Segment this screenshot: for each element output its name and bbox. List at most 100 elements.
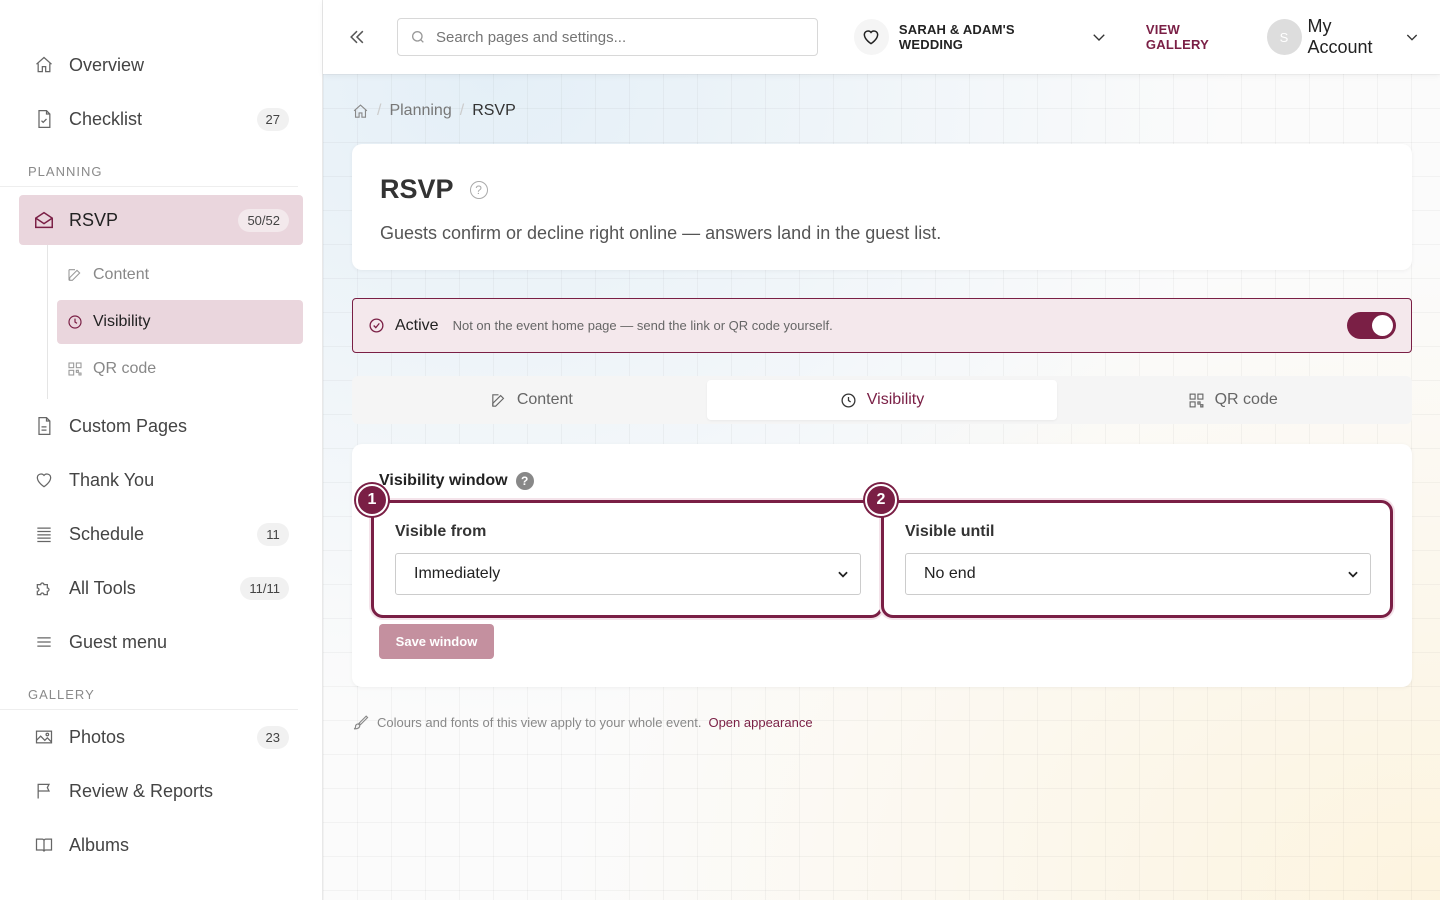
breadcrumb: / Planning / RSVP	[352, 102, 516, 120]
heart-icon	[33, 469, 55, 491]
page-title: RSVP ?	[380, 174, 1384, 205]
appearance-note: Colours and fonts of this view apply to …	[352, 714, 813, 731]
view-gallery-link[interactable]: VIEW GALLERY	[1146, 22, 1245, 52]
edit-icon	[490, 392, 507, 409]
breadcrumb-planning[interactable]: Planning	[389, 102, 451, 120]
subnav-item-label: Visibility	[93, 313, 151, 330]
page-header-card: RSVP ? Guests confirm or decline right o…	[352, 144, 1412, 270]
clock-icon	[67, 314, 85, 330]
top-bar: SARAH & ADAM'S WEDDING VIEW GALLERY S My…	[323, 0, 1440, 74]
breadcrumb-separator: /	[377, 102, 382, 119]
visible-from-select[interactable]: Immediately	[395, 553, 861, 595]
clock-icon	[840, 392, 857, 409]
account-label: My Account	[1307, 16, 1373, 57]
sidebar-item-checklist[interactable]: Checklist 27	[0, 92, 322, 146]
count-badge: 27	[256, 107, 289, 131]
page-description: Guests confirm or decline right online —…	[380, 223, 942, 243]
book-icon	[33, 834, 55, 856]
qr-code-icon	[67, 361, 85, 377]
sidebar-item-label: Albums	[69, 834, 130, 855]
sidebar-item-albums[interactable]: Albums	[0, 818, 322, 872]
tab-bar: Content Visibility QR code	[352, 376, 1412, 424]
subnav-item-label: Content	[93, 266, 150, 283]
status-note: Not on the event home page — send the li…	[452, 318, 833, 333]
heart-icon	[853, 19, 889, 55]
step-marker-2: 2	[865, 484, 897, 516]
home-icon	[33, 54, 55, 76]
visible-from-value: Immediately	[414, 565, 501, 582]
sidebar-item-guest-menu[interactable]: Guest menu	[0, 615, 322, 669]
open-appearance-link[interactable]: Open appearance	[708, 715, 812, 730]
sidebar-item-label: Photos	[69, 726, 126, 747]
avatar: S	[1266, 19, 1302, 55]
subnav-item-qr-code[interactable]: QR code	[57, 347, 303, 391]
chevron-down-icon	[1346, 567, 1360, 581]
event-selector[interactable]: SARAH & ADAM'S WEDDING	[853, 19, 1108, 55]
sidebar-item-label: Guest menu	[69, 631, 168, 652]
search-icon	[410, 29, 426, 45]
sidebar: Overview Checklist 27 PLANNING RSVP 50/5…	[0, 0, 323, 900]
list-icon	[33, 523, 55, 545]
save-window-button[interactable]: Save window	[379, 624, 494, 659]
help-icon[interactable]: ?	[515, 472, 534, 490]
rsvp-subnav: Content Visibility QR code	[47, 245, 303, 399]
help-icon[interactable]: ?	[469, 180, 488, 199]
tab-content[interactable]: Content	[356, 380, 707, 420]
visible-until-value: No end	[924, 565, 976, 582]
sidebar-item-all-tools[interactable]: All Tools 11/11	[0, 561, 322, 615]
collapse-sidebar-icon[interactable]	[347, 27, 367, 47]
sidebar-item-schedule[interactable]: Schedule 11	[0, 507, 322, 561]
sidebar-item-label: Overview	[69, 54, 145, 75]
sidebar-item-photos[interactable]: Photos 23	[0, 710, 322, 764]
count-badge: 11	[257, 522, 289, 546]
subnav-item-content[interactable]: Content	[57, 253, 303, 297]
sidebar-item-overview[interactable]: Overview	[0, 38, 322, 92]
search-box[interactable]	[397, 18, 818, 56]
breadcrumb-separator: /	[459, 102, 465, 119]
visibility-title: Visibility window ?	[379, 472, 534, 490]
section-label-gallery: GALLERY	[0, 669, 298, 710]
visible-until-select[interactable]: No end	[905, 553, 1371, 595]
chevron-down-icon	[1404, 29, 1420, 45]
check-circle-icon	[368, 317, 385, 334]
active-toggle[interactable]	[1347, 312, 1396, 339]
section-label-planning: PLANNING	[0, 146, 298, 187]
subnav-item-label: QR code	[93, 360, 157, 377]
qr-code-icon	[1188, 392, 1205, 409]
flag-icon	[33, 780, 55, 802]
main-content: / Planning / RSVP RSVP ? Guests confirm …	[323, 74, 1440, 900]
tab-label: Visibility	[866, 391, 925, 408]
sidebar-item-label: Review & Reports	[69, 780, 214, 801]
visible-until-label: Visible until	[905, 523, 995, 540]
page-title-text: RSVP	[380, 174, 454, 204]
status-label: Active	[395, 316, 439, 334]
menu-icon	[33, 631, 55, 653]
search-input[interactable]	[436, 28, 796, 46]
document-icon	[33, 415, 55, 437]
tab-label: QR code	[1214, 391, 1278, 408]
count-badge: 23	[256, 725, 289, 749]
sidebar-item-label: RSVP	[69, 209, 119, 230]
count-badge: 11/11	[240, 576, 289, 600]
breadcrumb-current: RSVP	[472, 102, 516, 119]
sidebar-item-rsvp[interactable]: RSVP 50/52	[19, 195, 303, 245]
sidebar-item-custom-pages[interactable]: Custom Pages	[0, 399, 322, 453]
home-icon[interactable]	[352, 103, 369, 120]
appearance-note-text: Colours and fonts of this view apply to …	[377, 715, 702, 730]
envelope-open-icon	[33, 209, 55, 231]
chevron-down-icon	[836, 567, 850, 581]
visible-until-field: Visible until No end	[881, 500, 1393, 618]
count-badge: 50/52	[238, 208, 289, 232]
sidebar-item-review-reports[interactable]: Review & Reports	[0, 764, 322, 818]
subnav-item-visibility[interactable]: Visibility	[57, 300, 303, 344]
sidebar-item-thank-you[interactable]: Thank You	[0, 453, 322, 507]
tab-qr-code[interactable]: QR code	[1057, 380, 1408, 420]
tab-label: Content	[516, 391, 573, 408]
tab-visibility[interactable]: Visibility	[706, 380, 1058, 420]
account-menu[interactable]: S My Account	[1266, 16, 1420, 58]
puzzle-icon	[33, 577, 55, 599]
chevron-down-icon	[1090, 28, 1108, 46]
image-icon	[33, 726, 55, 748]
visibility-title-text: Visibility window	[379, 472, 508, 489]
sidebar-item-label: All Tools	[69, 577, 136, 598]
